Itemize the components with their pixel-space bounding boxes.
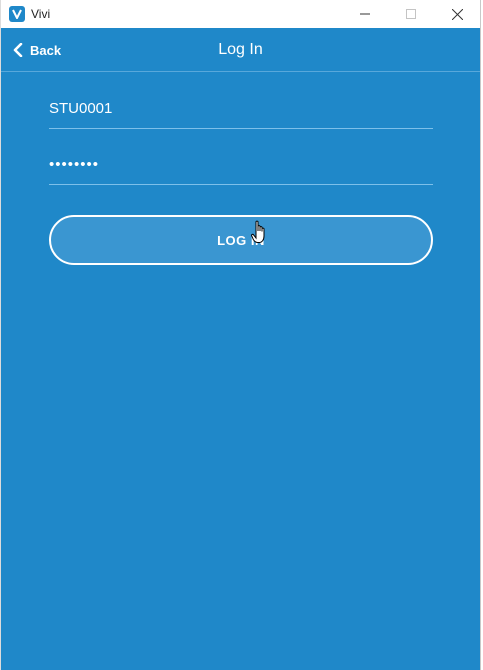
chevron-left-icon <box>13 43 30 57</box>
username-input[interactable] <box>49 89 433 128</box>
app-window: Vivi Back Log In STU0001 LOG IN <box>0 0 481 670</box>
back-label: Back <box>30 42 62 58</box>
app-header: Back Log In <box>1 28 480 72</box>
close-icon <box>451 8 463 20</box>
close-button[interactable] <box>434 0 480 28</box>
username-field[interactable] <box>49 89 433 129</box>
vivi-logo-icon <box>9 6 25 22</box>
login-button[interactable]: LOG IN <box>49 215 433 265</box>
maximize-icon <box>406 9 416 19</box>
password-field[interactable] <box>49 145 433 185</box>
window-title: Vivi <box>31 7 51 21</box>
title-bar[interactable]: Vivi <box>1 0 480 28</box>
page-title: Log In <box>218 41 263 58</box>
maximize-button[interactable] <box>388 0 434 28</box>
password-input[interactable] <box>49 145 433 184</box>
minimize-icon <box>360 9 370 19</box>
window-controls <box>342 0 480 28</box>
back-button[interactable]: Back <box>13 28 61 72</box>
minimize-button[interactable] <box>342 0 388 28</box>
